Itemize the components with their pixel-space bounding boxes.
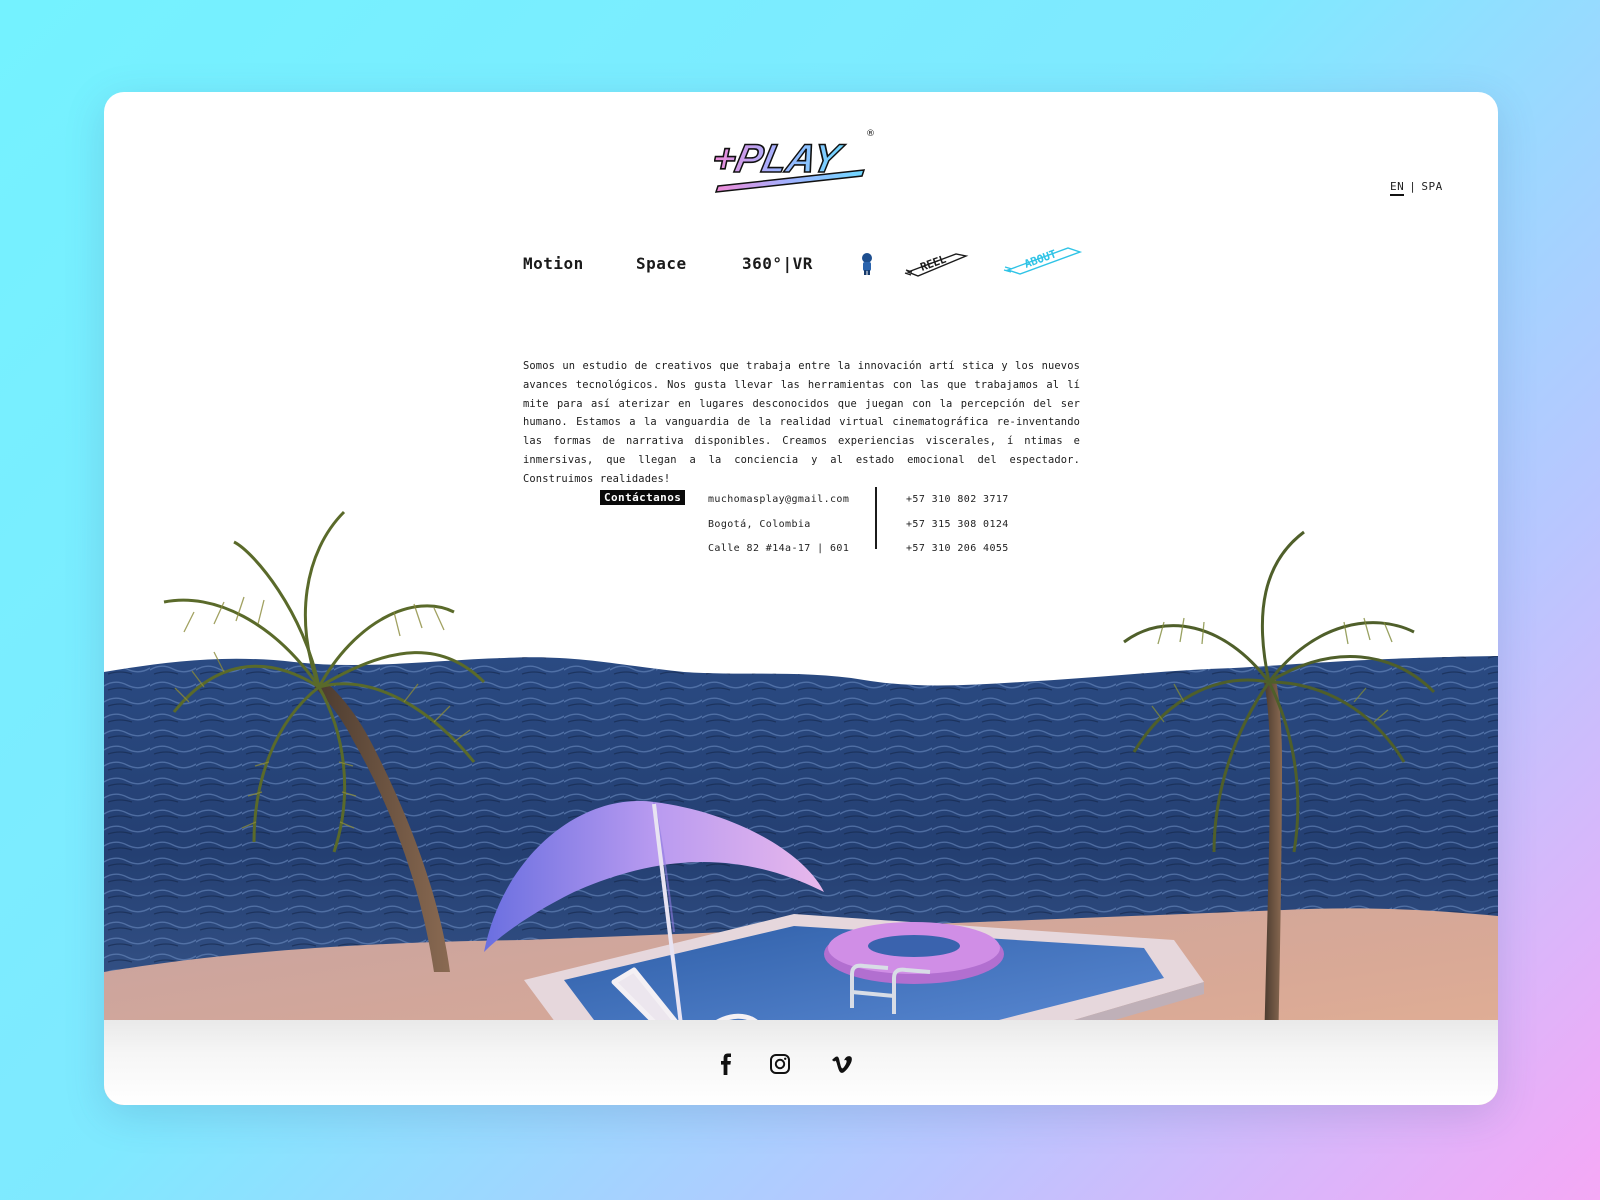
play-logo[interactable]: +PLAY ® [714, 124, 884, 196]
facebook-icon[interactable] [714, 1052, 738, 1076]
about-tag[interactable]: ABOUT [1002, 236, 1084, 278]
lang-en[interactable]: EN [1390, 180, 1405, 196]
contact-divider [875, 487, 877, 549]
lang-separator: | [1409, 180, 1417, 193]
phone-number[interactable]: +57 315 308 0124 [906, 513, 1009, 538]
nav-space[interactable]: Space [636, 254, 687, 273]
vr-figure-icon[interactable] [860, 252, 874, 276]
registered-mark: ® [866, 129, 875, 139]
phone-number[interactable]: +57 310 206 4055 [906, 537, 1009, 562]
footer [104, 1020, 1498, 1105]
logo-text: +PLAY [714, 135, 849, 180]
about-paragraph: Somos un estudio de creativos que trabaj… [523, 360, 1080, 485]
reel-label: REEL [919, 252, 949, 273]
vimeo-icon[interactable] [830, 1052, 854, 1076]
nav-motion[interactable]: Motion [523, 254, 584, 273]
contact-city: Bogotá, Colombia [708, 518, 811, 530]
site-window: +PLAY ® EN | SPA Motion Space 360°|VR REEL… [104, 92, 1498, 1105]
nav-360-vr[interactable]: 360°|VR [742, 254, 813, 273]
language-switch: EN | SPA [1390, 180, 1443, 196]
contact-email[interactable]: muchomasplay@gmail.com [708, 488, 849, 513]
phone-number[interactable]: +57 310 802 3717 [906, 488, 1009, 513]
contact-details: muchomasplay@gmail.com Bogotá, Colombia … [708, 488, 849, 562]
instagram-icon[interactable] [768, 1052, 792, 1076]
reel-tag[interactable]: REEL [902, 244, 972, 280]
contact-address: Calle 82 #14a-17 | 601 [708, 543, 850, 554]
about-label: ABOUT [1023, 247, 1059, 271]
contact-phones: +57 310 802 3717 +57 315 308 0124 +57 31… [906, 488, 1009, 562]
contact-button[interactable]: Contáctanos [600, 490, 686, 505]
lang-spa[interactable]: SPA [1421, 180, 1442, 193]
